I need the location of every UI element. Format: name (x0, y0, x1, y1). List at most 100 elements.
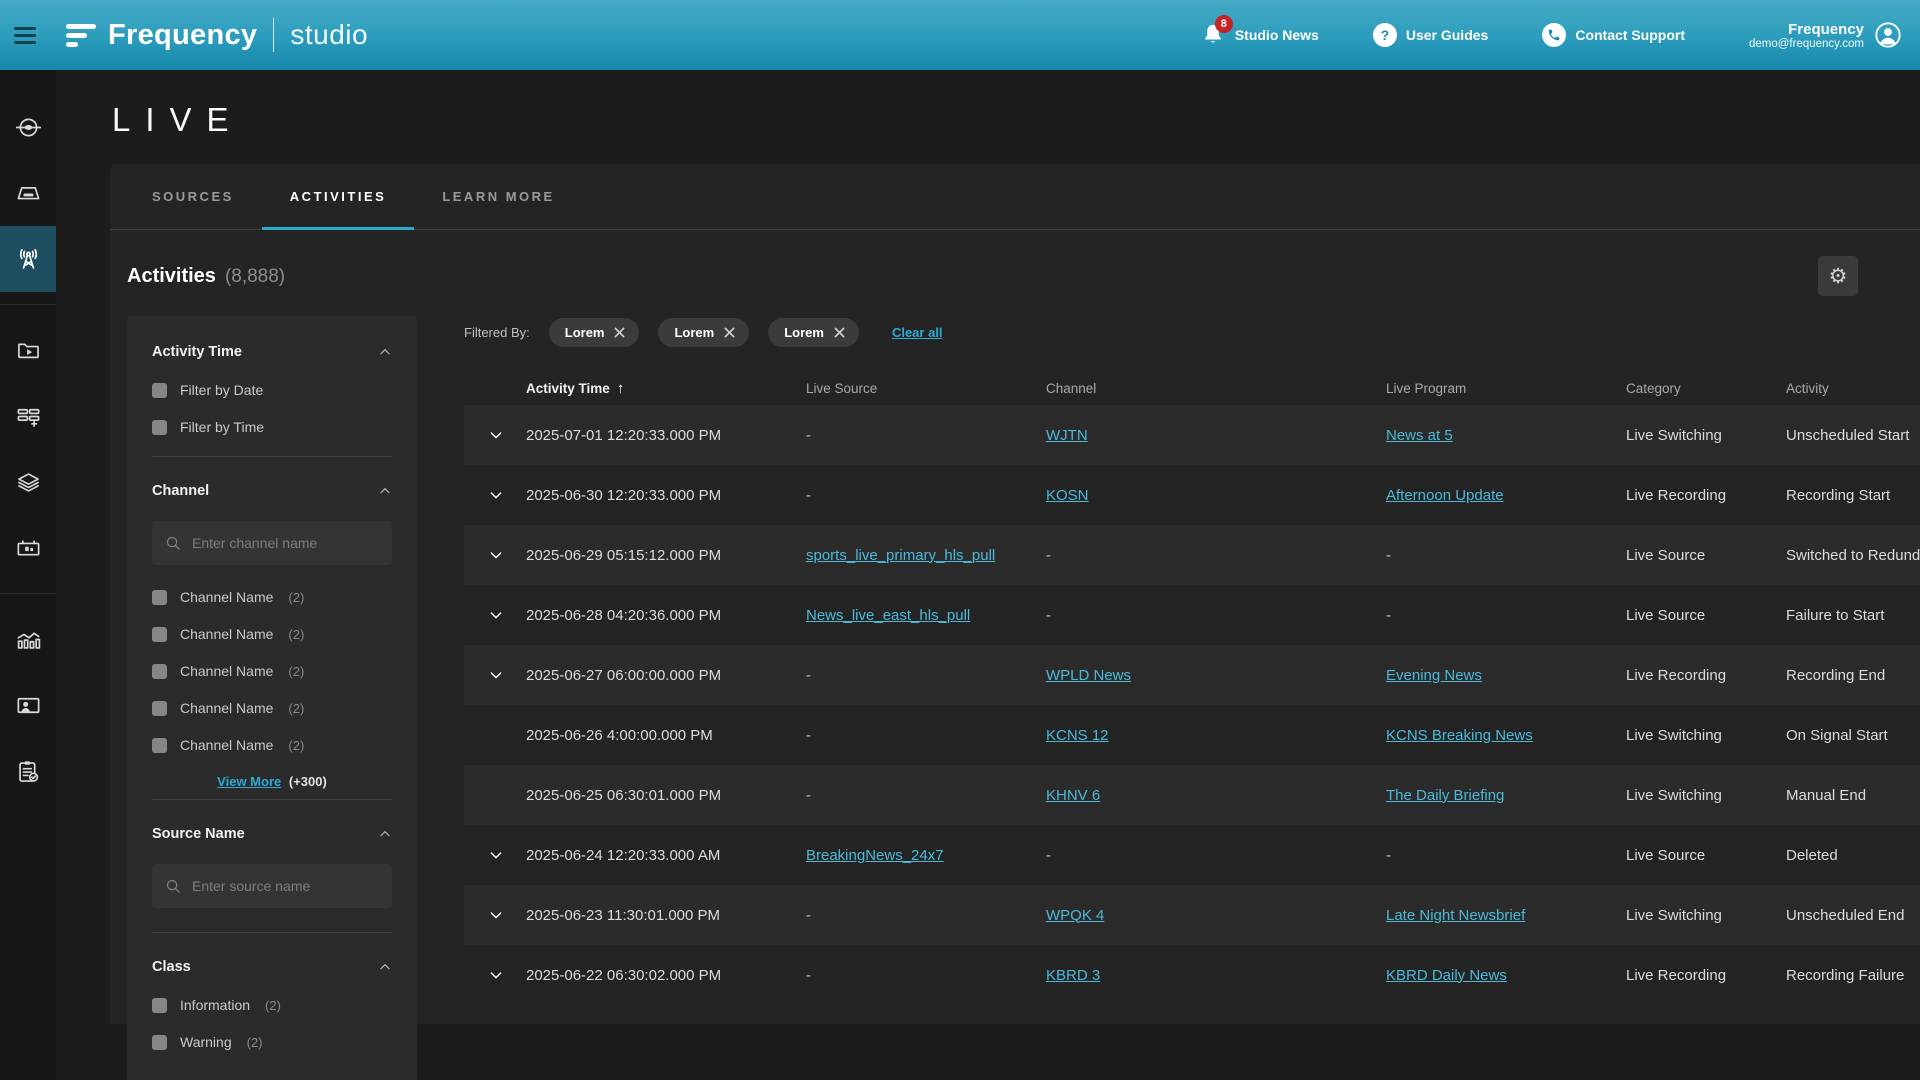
filter-option-channel[interactable]: Channel Name (2) (152, 700, 392, 716)
live-program-link[interactable]: The Daily Briefing (1386, 787, 1504, 804)
sidebar-item-overview[interactable] (0, 94, 56, 160)
cell-category: Live Switching (1626, 907, 1786, 924)
table-row[interactable]: 2025-06-27 06:00:00.000 PM - WPLD News E… (464, 645, 1920, 705)
settings-button[interactable]: ⚙ (1818, 256, 1858, 296)
nav-user-guides[interactable]: ? User Guides (1373, 23, 1488, 47)
table-row[interactable]: 2025-06-22 06:30:02.000 PM - KBRD 3 KBRD… (464, 945, 1920, 1005)
source-search-input[interactable] (192, 878, 379, 894)
live-source-link[interactable]: sports_live_primary_hls_pull (806, 547, 995, 564)
filter-option-filter-by-time[interactable]: Filter by Time (152, 419, 392, 435)
filter-chip[interactable]: Lorem (768, 318, 859, 347)
sidebar-item-analytics[interactable] (0, 606, 56, 672)
row-expander[interactable] (484, 423, 508, 447)
checkbox[interactable] (152, 998, 167, 1013)
filter-section-source-name[interactable]: Source Name (152, 826, 392, 842)
sidebar-item-presenter[interactable] (0, 672, 56, 738)
checkbox[interactable] (152, 383, 167, 398)
channel-link[interactable]: WPQK 4 (1046, 907, 1104, 924)
channel-link[interactable]: KHNV 6 (1046, 787, 1100, 804)
sidebar-item-media[interactable] (0, 317, 56, 383)
filter-section-activity-time[interactable]: Activity Time (152, 344, 392, 360)
table-row[interactable]: 2025-06-23 11:30:01.000 PM - WPQK 4 Late… (464, 885, 1920, 945)
checkbox[interactable] (152, 701, 167, 716)
table-row[interactable]: 2025-06-28 04:20:36.000 PM News_live_eas… (464, 585, 1920, 645)
sidebar-item-live[interactable] (0, 226, 56, 292)
sort-asc-icon[interactable]: ↑ (617, 380, 625, 397)
filter-section-class[interactable]: Class (152, 959, 392, 975)
tab-learn-more[interactable]: LEARN MORE (414, 164, 582, 229)
table-row[interactable]: 2025-06-29 05:15:12.000 PM sports_live_p… (464, 525, 1920, 585)
sidebar-item-logs[interactable] (0, 738, 56, 804)
filter-section-channel[interactable]: Channel (152, 483, 392, 499)
close-icon[interactable] (834, 327, 845, 338)
channel-link[interactable]: WPLD News (1046, 667, 1131, 684)
checkbox[interactable] (152, 590, 167, 605)
table-row[interactable]: 2025-06-24 12:20:33.000 AM BreakingNews_… (464, 825, 1920, 885)
column-header-channel[interactable]: Channel (1046, 381, 1386, 396)
checkbox[interactable] (152, 1035, 167, 1050)
checkbox[interactable] (152, 627, 167, 642)
live-source-link[interactable]: News_live_east_hls_pull (806, 607, 970, 624)
row-expander[interactable] (484, 543, 508, 567)
clear-all-link[interactable]: Clear all (892, 325, 943, 340)
channel-link[interactable]: KCNS 12 (1046, 727, 1109, 744)
row-expander[interactable] (484, 963, 508, 987)
checkbox[interactable] (152, 664, 167, 679)
close-icon[interactable] (724, 327, 735, 338)
close-icon[interactable] (614, 327, 625, 338)
tab-activities[interactable]: ACTIVITIES (262, 164, 415, 229)
filter-option-count: (2) (288, 627, 304, 642)
filter-option-channel[interactable]: Channel Name (2) (152, 663, 392, 679)
filter-option-channel[interactable]: Channel Name (2) (152, 589, 392, 605)
table-row[interactable]: 2025-07-01 12:20:33.000 PM - WJTN News a… (464, 405, 1920, 465)
row-expander[interactable] (484, 843, 508, 867)
column-header-activity-time[interactable]: Activity Time↑ (526, 380, 806, 397)
live-program-link[interactable]: Afternoon Update (1386, 487, 1504, 504)
table-row[interactable]: 2025-06-30 12:20:33.000 PM - KOSN Aftern… (464, 465, 1920, 525)
filter-chip[interactable]: Lorem (549, 318, 640, 347)
row-expander[interactable] (484, 903, 508, 927)
user-menu[interactable]: Frequency demo@frequency.com (1749, 21, 1902, 50)
column-header-activity[interactable]: Activity (1786, 381, 1920, 396)
chevron-down-icon (488, 487, 504, 503)
filter-option-warning[interactable]: Warning (2) (152, 1034, 392, 1050)
live-program-link[interactable]: Late Night Newsbrief (1386, 907, 1525, 924)
nav-studio-news[interactable]: 8 Studio News (1200, 22, 1319, 48)
filter-chip[interactable]: Lorem (658, 318, 749, 347)
sidebar-item-layers[interactable] (0, 449, 56, 515)
sidebar-item-encoders[interactable] (0, 160, 56, 226)
column-header-live-program[interactable]: Live Program (1386, 381, 1626, 396)
live-program-link[interactable]: KBRD Daily News (1386, 967, 1507, 984)
column-header-live-source[interactable]: Live Source (806, 381, 1046, 396)
live-source-link[interactable]: BreakingNews_24x7 (806, 847, 944, 864)
live-program-link[interactable]: News at 5 (1386, 427, 1453, 444)
tab-sources[interactable]: SOURCES (124, 164, 262, 229)
sidebar-item-schedule[interactable] (0, 515, 56, 581)
live-program-link[interactable]: Evening News (1386, 667, 1482, 684)
row-expander[interactable] (484, 483, 508, 507)
column-header-category[interactable]: Category (1626, 381, 1786, 396)
row-expander[interactable] (484, 663, 508, 687)
cell-live-program: Afternoon Update (1386, 487, 1626, 504)
channel-link[interactable]: WJTN (1046, 427, 1088, 444)
sidebar-item-playlists[interactable] (0, 383, 56, 449)
view-more-link[interactable]: View More (217, 774, 281, 789)
activities-title: Activities (127, 265, 216, 288)
checkbox[interactable] (152, 420, 167, 435)
checkbox[interactable] (152, 738, 167, 753)
table-row[interactable]: 2025-06-26 4:00:00.000 PM - KCNS 12 KCNS… (464, 705, 1920, 765)
channel-search-input[interactable] (192, 535, 379, 551)
filter-option-channel[interactable]: Channel Name (2) (152, 626, 392, 642)
row-expander[interactable] (484, 603, 508, 627)
channel-link[interactable]: KBRD 3 (1046, 967, 1100, 984)
table-row[interactable]: 2025-06-25 06:30:01.000 PM - KHNV 6 The … (464, 765, 1920, 825)
filter-option-channel[interactable]: Channel Name (2) (152, 737, 392, 753)
live-program-link[interactable]: KCNS Breaking News (1386, 727, 1533, 744)
app-logo[interactable]: Frequency studio (66, 18, 368, 52)
channel-link[interactable]: KOSN (1046, 487, 1089, 504)
nav-contact-support[interactable]: Contact Support (1542, 23, 1685, 47)
filter-option-information[interactable]: Information (2) (152, 997, 392, 1013)
filter-option-filter-by-date[interactable]: Filter by Date (152, 382, 392, 398)
hamburger-menu-icon[interactable] (14, 20, 44, 50)
filter-option-label: Channel Name (180, 626, 273, 642)
